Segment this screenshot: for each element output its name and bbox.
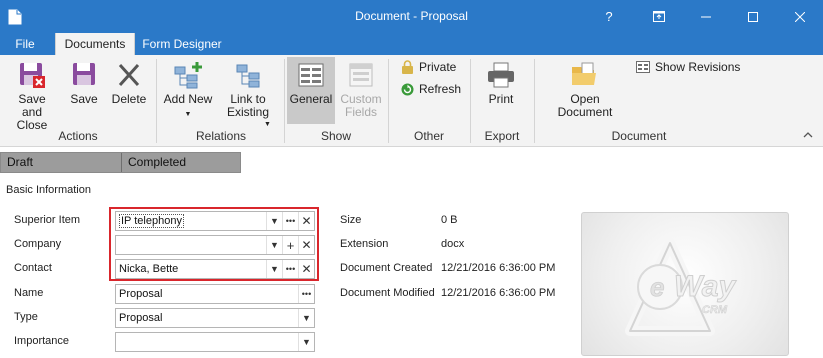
section-title: Basic Information	[6, 184, 91, 196]
collapse-ribbon-icon[interactable]	[803, 129, 813, 141]
group-label-relations: Relations	[195, 129, 247, 143]
group-label-show: Show	[320, 129, 352, 143]
group-label-export: Export	[484, 129, 520, 143]
field-label: Name	[14, 287, 44, 299]
document-preview: e Way CRM	[581, 212, 789, 356]
group-label-actions: Actions	[58, 129, 98, 143]
revisions-icon	[636, 61, 650, 73]
close-button[interactable]	[777, 0, 823, 33]
lock-icon	[402, 60, 413, 74]
custom-fields-button[interactable]: Custom Fields	[338, 61, 384, 119]
link-existing-icon	[236, 64, 260, 88]
field-label: Company	[14, 238, 62, 250]
property-label: Extension	[340, 238, 389, 250]
tab-file[interactable]: File	[0, 33, 50, 55]
title-bar: Document - Proposal ?	[0, 0, 823, 33]
add-new-button[interactable]: Add New ▼	[162, 61, 214, 121]
property-value: docx	[441, 238, 465, 250]
custom-fields-icon	[349, 63, 373, 87]
property-value: 12/21/2016 6:36:00 PM	[441, 262, 556, 274]
property-value: 0 B	[441, 214, 458, 226]
private-button[interactable]: Private	[401, 60, 456, 74]
svg-text:e: e	[650, 272, 664, 302]
property-label: Size	[340, 214, 362, 226]
tab-form-designer[interactable]: Form Designer	[138, 33, 226, 55]
save-close-icon	[20, 63, 45, 88]
property-value: 12/21/2016 6:36:00 PM	[441, 287, 556, 299]
tab-documents[interactable]: Documents	[55, 33, 135, 55]
chevron-down-icon[interactable]: ▼	[298, 333, 314, 351]
general-view-button[interactable]: General	[287, 57, 335, 124]
property-label: Document Modified	[340, 287, 435, 299]
minimize-icon	[701, 16, 711, 17]
maximize-button[interactable]	[730, 0, 776, 33]
refresh-icon	[401, 83, 414, 95]
save-button[interactable]: Save	[64, 61, 104, 106]
field-label: Importance	[14, 335, 70, 347]
field-label: Contact	[14, 262, 52, 274]
highlight-box	[109, 207, 319, 281]
show-revisions-button[interactable]: Show Revisions	[636, 60, 740, 74]
svg-text:CRM: CRM	[702, 304, 728, 316]
workflow-status-bar: Draft Completed	[0, 152, 241, 173]
field-label: Superior Item	[14, 214, 81, 226]
more-options-icon[interactable]: •••	[298, 285, 314, 303]
eway-crm-logo-icon: e Way CRM	[625, 238, 737, 336]
help-button[interactable]: ?	[586, 0, 632, 33]
close-icon	[795, 11, 805, 22]
ribbon-tabs: File Documents Form Designer	[0, 33, 823, 55]
general-form-icon	[298, 63, 324, 87]
dropdown-caret-icon: ▼	[184, 111, 192, 118]
print-button[interactable]: Print	[478, 61, 524, 106]
chevron-down-icon[interactable]: ▼	[298, 309, 314, 327]
type-field[interactable]: Proposal ▼	[115, 308, 315, 328]
pin-window-icon	[653, 11, 665, 22]
maximize-icon	[748, 11, 758, 22]
status-draft[interactable]: Draft	[1, 153, 121, 172]
minimize-button[interactable]	[683, 0, 729, 33]
field-label: Type	[14, 311, 38, 323]
status-completed[interactable]: Completed	[122, 153, 240, 172]
open-folder-icon	[572, 62, 596, 85]
save-icon	[73, 63, 95, 85]
printer-icon	[488, 62, 514, 88]
add-new-icon	[174, 62, 202, 89]
importance-field[interactable]: ▼	[115, 332, 315, 352]
delete-icon	[118, 63, 140, 87]
group-label-other: Other	[413, 129, 444, 143]
save-and-close-button[interactable]: Save and Close	[4, 61, 60, 132]
open-document-button[interactable]: Open Document	[543, 61, 627, 119]
delete-button[interactable]: Delete	[108, 61, 150, 106]
restore-layout-button[interactable]	[636, 0, 682, 33]
link-to-existing-button[interactable]: Link to Existing ▼	[220, 61, 276, 128]
group-label-document: Document	[611, 129, 667, 143]
refresh-button[interactable]: Refresh	[401, 82, 461, 96]
field-value: Proposal	[119, 312, 163, 324]
ribbon: Save and Close Save Delete Actions Add N…	[0, 55, 823, 147]
name-field[interactable]: Proposal •••	[115, 284, 315, 304]
svg-text:Way: Way	[674, 270, 736, 303]
field-value: Proposal	[119, 288, 163, 300]
property-label: Document Created	[340, 262, 433, 274]
